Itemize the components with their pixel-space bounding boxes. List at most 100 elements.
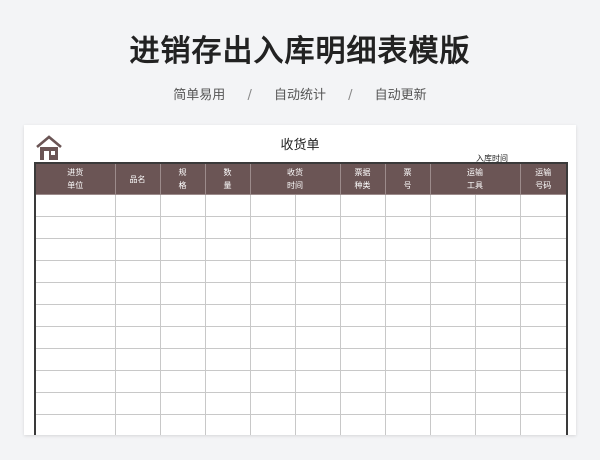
table-cell[interactable] [159, 194, 206, 217]
table-cell[interactable] [519, 282, 568, 305]
table-cell[interactable] [294, 238, 341, 261]
table-cell[interactable] [34, 282, 116, 305]
table-cell[interactable] [159, 326, 206, 349]
table-cell[interactable] [339, 260, 386, 283]
table-cell[interactable] [114, 194, 161, 217]
table-cell[interactable] [114, 304, 161, 327]
table-cell[interactable] [204, 414, 251, 435]
table-cell[interactable] [339, 194, 386, 217]
table-cell[interactable] [339, 370, 386, 393]
table-cell[interactable] [204, 282, 251, 305]
table-cell[interactable] [204, 304, 251, 327]
table-cell[interactable] [384, 414, 431, 435]
table-cell[interactable] [204, 238, 251, 261]
table-cell[interactable] [159, 370, 206, 393]
table-cell[interactable] [519, 216, 568, 239]
table-cell[interactable] [339, 304, 386, 327]
table-cell[interactable] [429, 238, 476, 261]
table-cell[interactable] [384, 304, 431, 327]
table-cell[interactable] [429, 282, 476, 305]
table-cell[interactable] [384, 238, 431, 261]
table-cell[interactable] [249, 238, 296, 261]
table-cell[interactable] [474, 304, 521, 327]
table-cell[interactable] [474, 414, 521, 435]
table-cell[interactable] [114, 392, 161, 415]
table-cell[interactable] [519, 326, 568, 349]
table-cell[interactable] [519, 260, 568, 283]
table-cell[interactable] [294, 304, 341, 327]
table-cell[interactable] [474, 216, 521, 239]
table-cell[interactable] [249, 392, 296, 415]
table-cell[interactable] [204, 348, 251, 371]
table-cell[interactable] [204, 194, 251, 217]
table-cell[interactable] [429, 392, 476, 415]
table-cell[interactable] [34, 414, 116, 435]
table-cell[interactable] [294, 392, 341, 415]
table-cell[interactable] [34, 304, 116, 327]
table-cell[interactable] [339, 238, 386, 261]
table-cell[interactable] [159, 238, 206, 261]
table-cell[interactable] [204, 392, 251, 415]
table-cell[interactable] [294, 370, 341, 393]
table-cell[interactable] [204, 370, 251, 393]
table-cell[interactable] [114, 414, 161, 435]
table-cell[interactable] [34, 392, 116, 415]
table-cell[interactable] [429, 348, 476, 371]
table-cell[interactable] [519, 194, 568, 217]
table-cell[interactable] [294, 414, 341, 435]
table-cell[interactable] [294, 348, 341, 371]
table-cell[interactable] [519, 304, 568, 327]
table-cell[interactable] [474, 260, 521, 283]
table-cell[interactable] [159, 216, 206, 239]
table-cell[interactable] [249, 216, 296, 239]
table-cell[interactable] [519, 414, 568, 435]
table-cell[interactable] [34, 216, 116, 239]
table-cell[interactable] [339, 326, 386, 349]
table-cell[interactable] [519, 392, 568, 415]
table-cell[interactable] [114, 216, 161, 239]
table-cell[interactable] [384, 194, 431, 217]
table-cell[interactable] [339, 348, 386, 371]
table-cell[interactable] [294, 282, 341, 305]
table-cell[interactable] [34, 238, 116, 261]
table-cell[interactable] [294, 260, 341, 283]
table-cell[interactable] [339, 282, 386, 305]
table-cell[interactable] [474, 348, 521, 371]
table-cell[interactable] [519, 370, 568, 393]
table-cell[interactable] [429, 216, 476, 239]
table-cell[interactable] [249, 304, 296, 327]
table-cell[interactable] [249, 326, 296, 349]
table-cell[interactable] [159, 260, 206, 283]
table-cell[interactable] [429, 414, 476, 435]
table-cell[interactable] [474, 392, 521, 415]
table-cell[interactable] [114, 370, 161, 393]
table-cell[interactable] [204, 216, 251, 239]
table-cell[interactable] [429, 304, 476, 327]
table-cell[interactable] [474, 326, 521, 349]
table-cell[interactable] [429, 370, 476, 393]
table-cell[interactable] [294, 194, 341, 217]
table-cell[interactable] [34, 326, 116, 349]
table-cell[interactable] [339, 414, 386, 435]
table-cell[interactable] [294, 326, 341, 349]
table-cell[interactable] [474, 238, 521, 261]
table-cell[interactable] [159, 414, 206, 435]
table-cell[interactable] [474, 370, 521, 393]
table-cell[interactable] [249, 414, 296, 435]
table-cell[interactable] [159, 282, 206, 305]
table-cell[interactable] [429, 194, 476, 217]
table-cell[interactable] [384, 216, 431, 239]
table-cell[interactable] [384, 370, 431, 393]
table-cell[interactable] [384, 260, 431, 283]
table-cell[interactable] [34, 260, 116, 283]
table-cell[interactable] [204, 326, 251, 349]
table-cell[interactable] [249, 260, 296, 283]
table-cell[interactable] [339, 392, 386, 415]
table-cell[interactable] [429, 326, 476, 349]
table-cell[interactable] [114, 282, 161, 305]
table-cell[interactable] [249, 370, 296, 393]
table-cell[interactable] [519, 238, 568, 261]
table-cell[interactable] [294, 216, 341, 239]
table-cell[interactable] [159, 348, 206, 371]
table-cell[interactable] [429, 260, 476, 283]
